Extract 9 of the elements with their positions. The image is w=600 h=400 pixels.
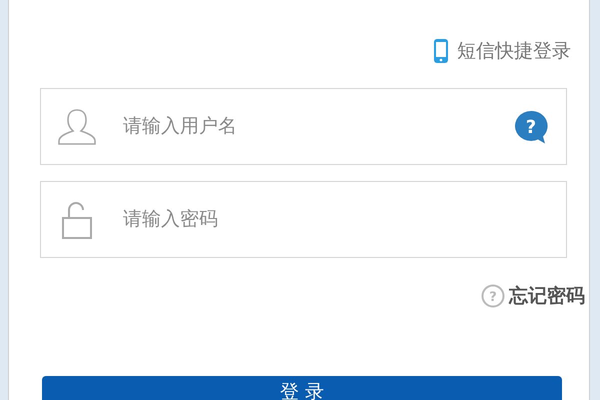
phone-icon <box>433 38 449 64</box>
help-icon: ? <box>481 284 505 308</box>
password-input-box[interactable]: 请输入密码 <box>40 181 567 258</box>
username-input-box[interactable]: 请输入用户名 ? <box>40 88 567 165</box>
user-icon <box>57 108 97 146</box>
username-field[interactable]: 请输入用户名 <box>121 111 512 142</box>
sms-login-link[interactable]: 短信快捷登录 <box>433 14 571 88</box>
forgot-password-link[interactable]: ? 忘记密码 <box>481 282 585 310</box>
password-field[interactable]: 请输入密码 <box>121 204 550 235</box>
